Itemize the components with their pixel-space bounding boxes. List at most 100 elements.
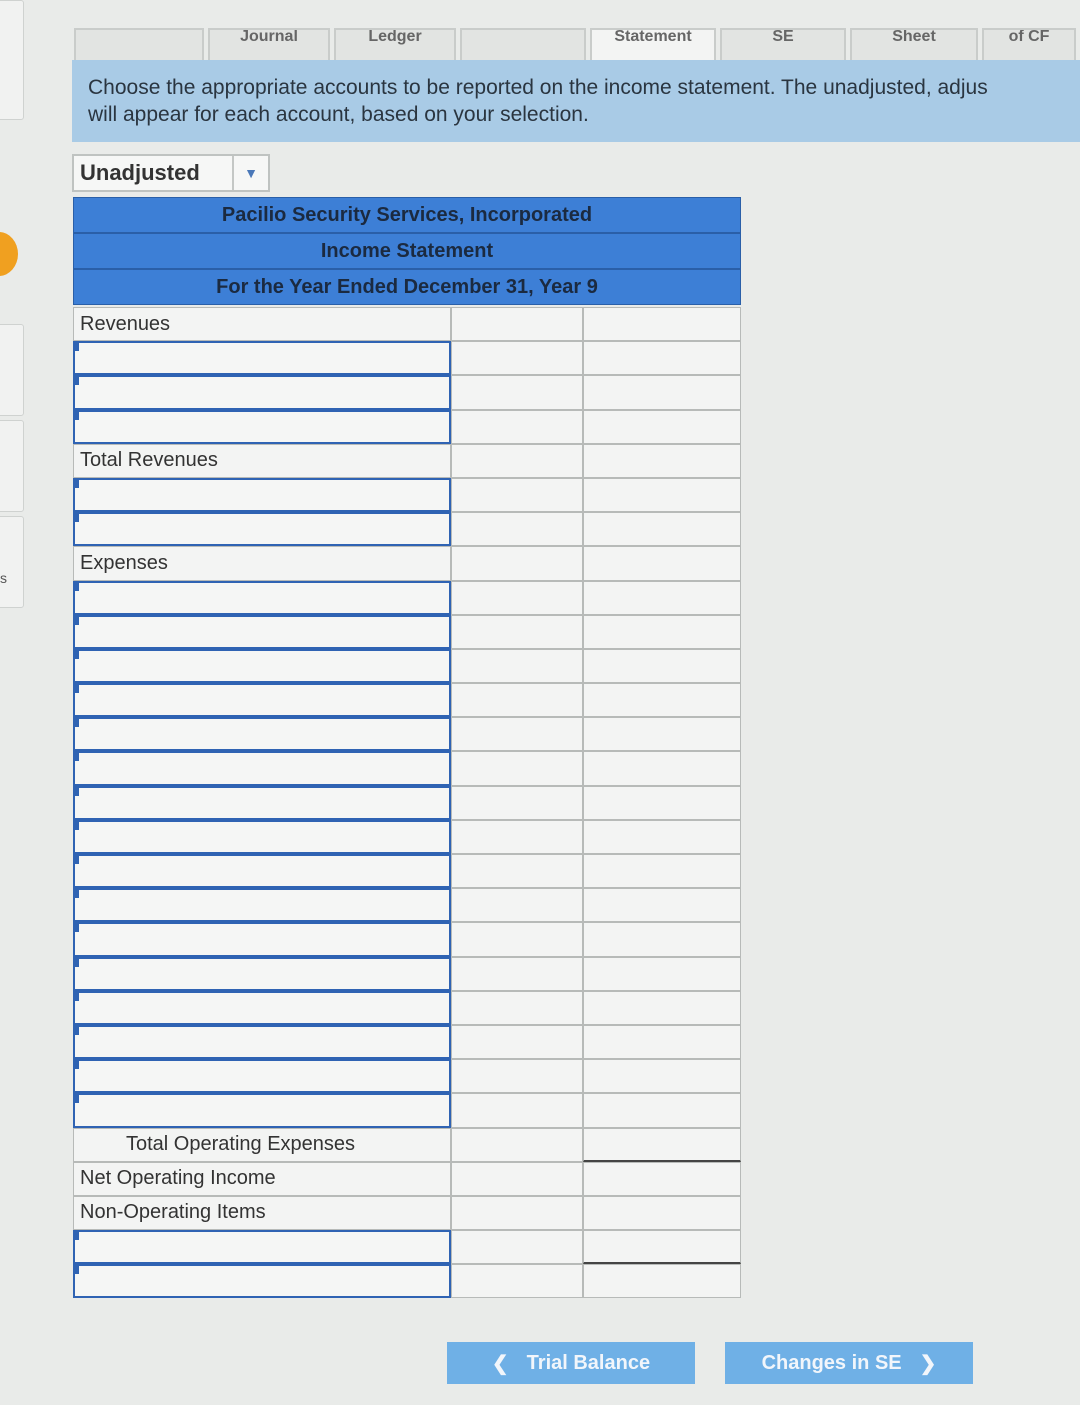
expenses-label: Expenses — [73, 546, 451, 581]
total-cell — [583, 307, 741, 342]
non-operating-account-input[interactable] — [73, 1230, 451, 1265]
table-row — [73, 854, 741, 889]
amount-cell — [451, 1059, 583, 1094]
amount-cell — [451, 956, 583, 991]
expense-account-input[interactable] — [73, 888, 451, 923]
statement-period: For the Year Ended December 31, Year 9 — [73, 269, 741, 305]
expense-account-input[interactable] — [73, 1059, 451, 1094]
table-row: Total Revenues — [73, 443, 741, 478]
expense-account-input[interactable] — [73, 1093, 451, 1128]
table-row — [73, 990, 741, 1025]
tab-statement[interactable]: Statement — [590, 28, 716, 60]
revenue-account-input[interactable] — [73, 341, 451, 376]
table-row — [73, 751, 741, 786]
total-cell — [583, 375, 741, 410]
non-operating-items-label: Non-Operating Items — [73, 1195, 451, 1231]
amount-cell — [451, 580, 583, 615]
table-row — [73, 1024, 741, 1060]
amount-cell — [451, 1161, 583, 1196]
non-operating-account-input[interactable] — [73, 1264, 451, 1299]
amount-cell — [451, 1093, 583, 1128]
table-row — [73, 614, 741, 649]
view-select-value: Unadjusted — [80, 160, 200, 185]
table-row — [73, 409, 741, 444]
company-name: Pacilio Security Services, Incorporated — [73, 197, 741, 233]
table-row — [73, 717, 741, 752]
expense-account-input[interactable] — [73, 580, 451, 615]
expense-account-input[interactable] — [73, 785, 451, 820]
total-cell — [583, 546, 741, 581]
table-row — [73, 888, 741, 923]
expense-account-input[interactable] — [73, 683, 451, 718]
amount-cell — [451, 546, 583, 581]
expense-account-input[interactable] — [73, 922, 451, 957]
table-row: Revenues — [73, 307, 741, 342]
table-row — [73, 477, 741, 513]
total-cell — [583, 443, 741, 478]
chevron-right-icon: ❯ — [919, 1352, 937, 1375]
amount-cell — [451, 888, 583, 923]
tab-ledger[interactable]: Ledger — [334, 28, 456, 60]
left-gutter: s — [0, 0, 26, 1405]
expense-account-input[interactable] — [73, 956, 451, 991]
total-cell — [583, 1024, 741, 1060]
expense-account-input[interactable] — [73, 1024, 451, 1060]
total-cell — [583, 683, 741, 718]
expense-account-input[interactable] — [73, 648, 451, 684]
tab-sheet[interactable]: Sheet — [850, 28, 978, 60]
table-row — [73, 785, 741, 820]
amount-cell — [451, 614, 583, 649]
tab-cf[interactable]: of CF — [982, 28, 1076, 60]
tab-se[interactable]: SE — [720, 28, 846, 60]
total-cell — [583, 1059, 741, 1094]
account-input[interactable] — [73, 512, 451, 547]
amount-cell — [451, 854, 583, 889]
tab-journal[interactable]: Journal — [208, 28, 330, 60]
changes-in-se-button[interactable]: Changes in SE ❯ — [725, 1342, 973, 1384]
table-row — [73, 341, 741, 376]
view-select[interactable]: Unadjusted ▼ — [72, 154, 270, 192]
amount-cell — [451, 409, 583, 444]
amount-cell — [451, 990, 583, 1025]
revenue-account-input[interactable] — [73, 409, 451, 444]
amount-cell — [451, 1230, 583, 1265]
revenue-account-input[interactable] — [73, 375, 451, 410]
table-row — [73, 1230, 741, 1265]
total-cell — [583, 580, 741, 615]
caret-down-icon[interactable]: ▼ — [232, 156, 268, 190]
expense-account-input[interactable] — [73, 854, 451, 889]
expense-account-input[interactable] — [73, 819, 451, 854]
amount-cell — [451, 341, 583, 376]
amount-cell — [451, 683, 583, 718]
tab-0[interactable] — [74, 28, 204, 60]
trial-balance-button[interactable]: ❮ Trial Balance — [447, 1342, 695, 1384]
next-button-label: Changes in SE — [761, 1351, 902, 1374]
expense-account-input[interactable] — [73, 751, 451, 786]
chevron-left-icon: ❮ — [491, 1352, 509, 1375]
total-cell — [583, 785, 741, 820]
statement-grid: Revenues Total Revenues Expenses Total O… — [73, 307, 741, 1299]
amount-cell — [451, 1195, 583, 1231]
gutter-panel — [0, 324, 24, 416]
amount-cell — [451, 648, 583, 684]
tab-bar: Journal Ledger Statement SE Sheet of CF — [74, 28, 1080, 60]
amount-cell — [451, 443, 583, 478]
total-cell — [583, 1093, 741, 1128]
expense-account-input[interactable] — [73, 614, 451, 649]
expense-account-input[interactable] — [73, 990, 451, 1025]
amount-cell — [451, 1024, 583, 1060]
amount-cell — [451, 751, 583, 786]
amount-cell — [451, 717, 583, 752]
account-input[interactable] — [73, 477, 451, 513]
amount-cell — [451, 1264, 583, 1299]
total-operating-expenses-label: Total Operating Expenses — [73, 1127, 451, 1162]
prev-button-label: Trial Balance — [526, 1351, 651, 1374]
table-row — [73, 580, 741, 615]
amount-cell — [451, 819, 583, 854]
gutter-panel — [0, 0, 24, 120]
total-cell — [583, 888, 741, 923]
tab-3[interactable] — [460, 28, 586, 60]
total-cell — [583, 1127, 741, 1162]
table-row — [73, 1093, 741, 1128]
expense-account-input[interactable] — [73, 717, 451, 752]
